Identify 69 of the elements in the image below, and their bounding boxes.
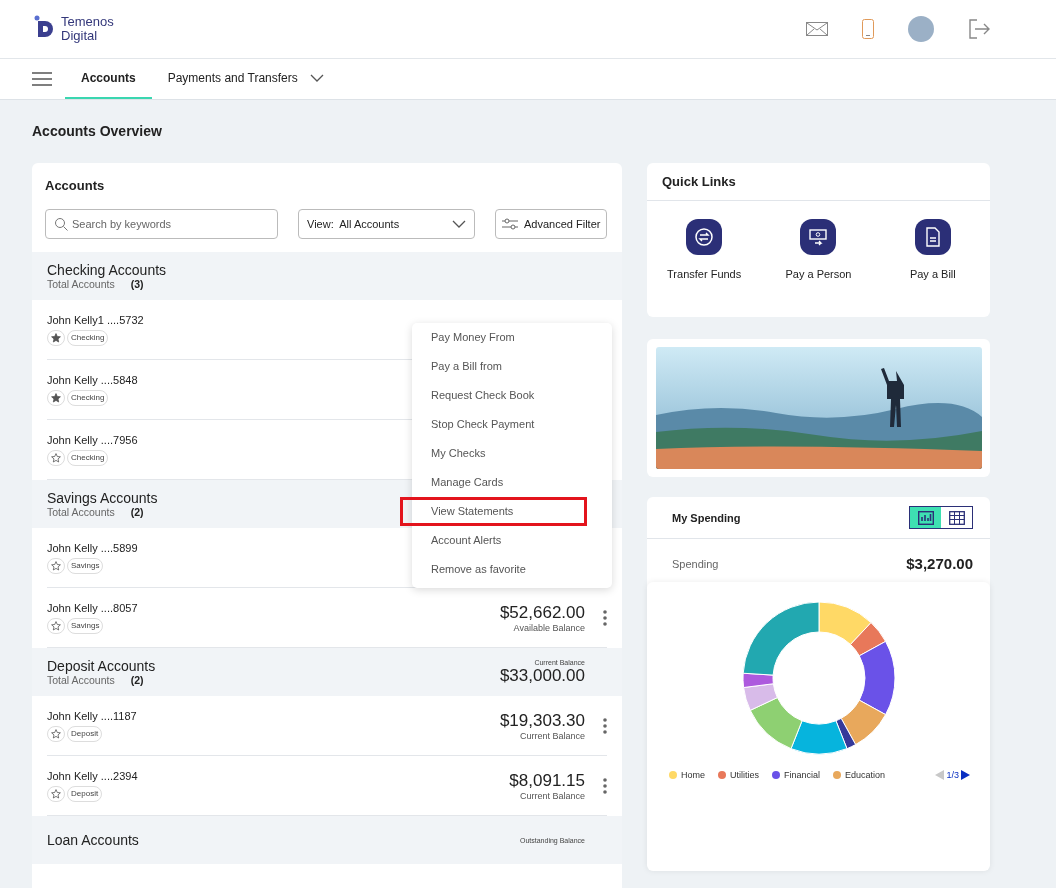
account-balance: $52,662.00 — [499, 602, 585, 623]
balance-label: Current Balance — [519, 730, 585, 741]
view-dropdown[interactable]: View: All Accounts — [298, 209, 475, 239]
account-count: (3) — [130, 278, 144, 290]
page-indicator: 1/3 — [946, 770, 959, 780]
nav-tab[interactable]: Accounts — [65, 59, 152, 99]
quick-link-label[interactable]: Transfer Funds — [667, 268, 742, 280]
card-title: My Spending — [672, 511, 741, 524]
search-icon — [54, 217, 68, 231]
logout-icon[interactable] — [968, 19, 990, 39]
account-name[interactable]: John Kelly ....2394 — [47, 769, 510, 782]
group-title: Loan Accounts — [47, 832, 139, 848]
promo-banner-photo[interactable] — [656, 347, 982, 469]
legend-label: Utilities — [730, 770, 760, 780]
advanced-filter-button[interactable]: Advanced Filter — [495, 209, 608, 239]
page-title: Accounts Overview — [32, 122, 163, 140]
menu-item[interactable]: Pay Money From — [400, 323, 587, 352]
logo-text: Digital — [61, 29, 99, 43]
table-icon — [948, 510, 965, 525]
menu-item[interactable]: Manage Cards — [400, 468, 587, 497]
menu-item[interactable]: Stop Check Payment — [400, 410, 587, 439]
logo-text: Temenos — [61, 15, 114, 29]
search-field[interactable]: Search by keywords — [45, 209, 278, 239]
mail-icon[interactable] — [806, 22, 828, 36]
legend-label: Home — [681, 770, 705, 780]
menu-item[interactable]: View Statements — [400, 497, 587, 526]
total-accounts-label: Total Accounts — [47, 506, 115, 518]
document-icon[interactable] — [914, 219, 951, 255]
money-transfer-icon[interactable] — [800, 219, 837, 255]
more-options-icon[interactable] — [603, 717, 607, 734]
bar-chart-icon — [917, 510, 934, 525]
legend-label: Financial — [784, 770, 821, 780]
menu-item[interactable]: Pay a Bill from — [400, 352, 587, 381]
more-options-icon[interactable] — [603, 777, 607, 794]
spending-label: Spending — [672, 557, 719, 570]
chart-view-button[interactable] — [910, 507, 941, 528]
account-balance: $8,091.15 — [509, 770, 585, 791]
card-title: Accounts — [44, 177, 106, 193]
balance-label: Current Balance — [519, 790, 585, 801]
group-balance: $33,000.00 — [499, 665, 585, 686]
quick-link-label[interactable]: Pay a Bill — [909, 268, 956, 280]
group-title: Checking Accounts — [47, 262, 167, 278]
account-count: (2) — [130, 674, 144, 686]
chevron-down-icon[interactable] — [309, 74, 324, 82]
menu-icon[interactable] — [32, 72, 52, 86]
more-options-icon[interactable] — [603, 609, 607, 626]
chevron-down-icon — [452, 220, 466, 228]
balance-label: Available Balance — [513, 622, 585, 633]
menu-item[interactable]: Request Check Book — [400, 381, 587, 410]
account-balance: $19,303.30 — [499, 710, 585, 731]
sliders-icon — [502, 218, 518, 230]
transfer-icon[interactable] — [686, 219, 723, 255]
total-accounts-label: Total Accounts — [47, 278, 115, 290]
menu-item[interactable]: My Checks — [400, 439, 587, 468]
card-title: Quick Links — [647, 163, 990, 201]
account-count: (2) — [130, 506, 144, 518]
account-name[interactable]: John Kelly1 ....5732 — [47, 313, 607, 326]
legend-label: Education — [845, 770, 886, 780]
account-name[interactable]: John Kelly ....8057 — [47, 601, 500, 614]
group-title: Savings Accounts — [47, 490, 158, 506]
next-icon[interactable] — [961, 770, 970, 780]
nav-tab[interactable]: Payments and Transfers — [151, 59, 340, 99]
menu-item[interactable]: Remove as favorite — [400, 555, 587, 584]
account-name[interactable]: John Kelly ....1187 — [47, 709, 500, 722]
quick-link-label[interactable]: Pay a Person — [785, 268, 852, 280]
menu-item[interactable]: Account Alerts — [400, 526, 587, 555]
total-accounts-label: Total Accounts — [47, 674, 115, 686]
group-title: Deposit Accounts — [47, 658, 156, 674]
spending-amount: $3,270.00 — [906, 555, 973, 572]
